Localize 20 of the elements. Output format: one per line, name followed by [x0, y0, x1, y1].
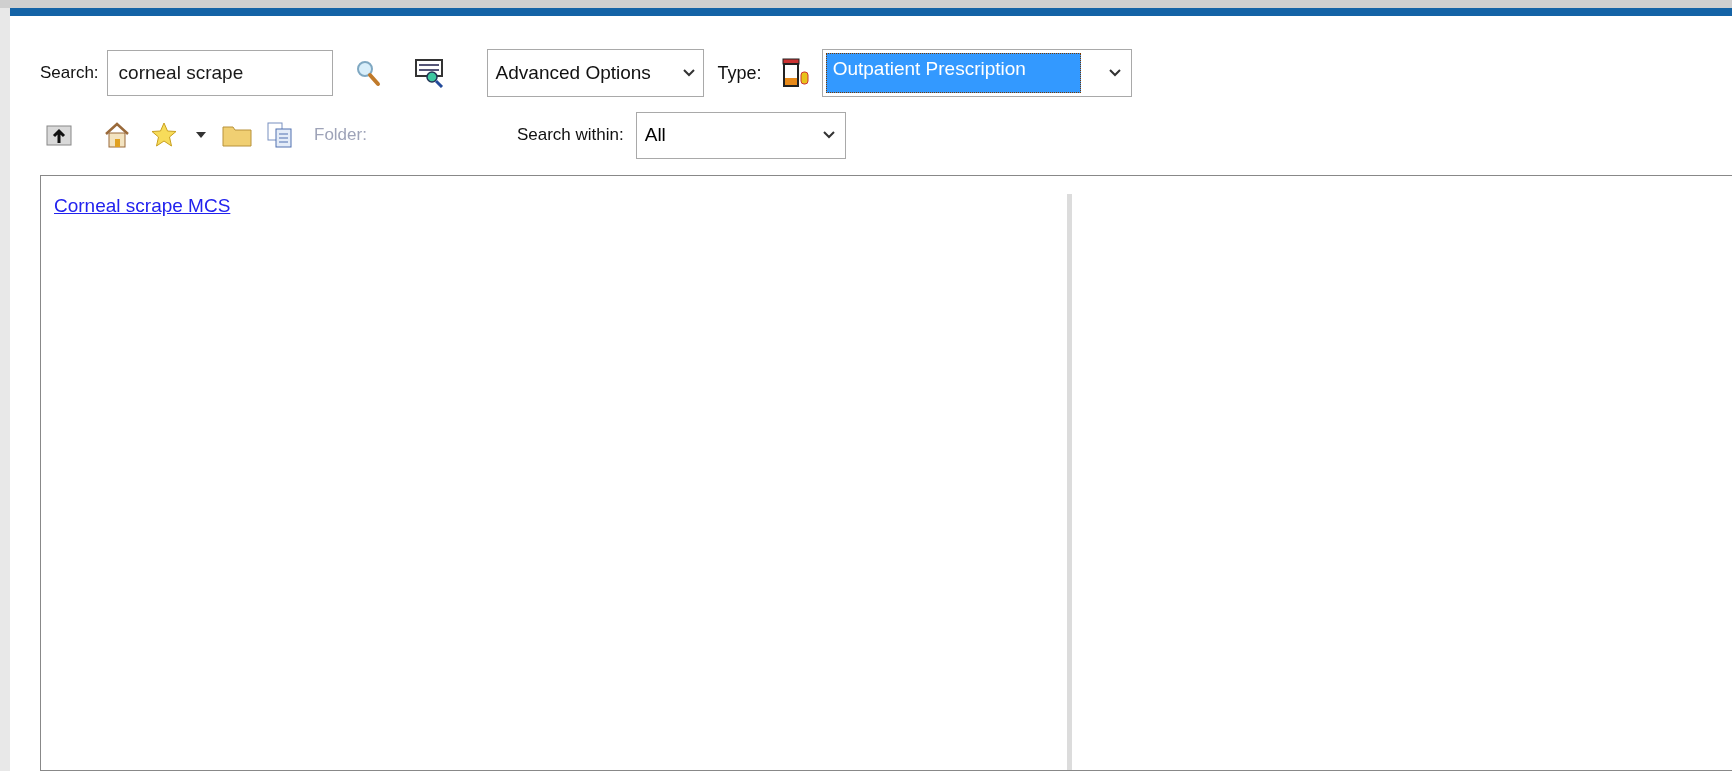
chevron-down-icon: [1108, 69, 1121, 77]
type-label: Type:: [717, 61, 762, 85]
folder-icon[interactable]: [222, 123, 252, 147]
search-within-dropdown[interactable]: All: [635, 111, 846, 159]
search-label: Search:: [40, 62, 99, 85]
dropdown-arrow-icon[interactable]: [196, 132, 206, 138]
search-icon[interactable]: [354, 59, 381, 87]
star-icon[interactable]: [150, 121, 178, 149]
chevron-down-icon: [682, 69, 695, 77]
pill-bottle-icon: [779, 58, 810, 88]
folder-label: Folder:: [314, 124, 367, 147]
search-field[interactable]: corneal scrape: [106, 50, 333, 96]
result-link[interactable]: Corneal scrape MCS: [54, 192, 231, 221]
chevron-down-icon: [822, 131, 835, 139]
search-form-icon[interactable]: [414, 58, 445, 88]
up-folder-icon[interactable]: [46, 123, 72, 147]
search-within-label: Search within:: [516, 124, 624, 147]
advanced-options-dropdown[interactable]: Advanced Options: [486, 49, 704, 97]
home-icon[interactable]: [104, 121, 130, 149]
copy-icon[interactable]: [266, 121, 294, 149]
